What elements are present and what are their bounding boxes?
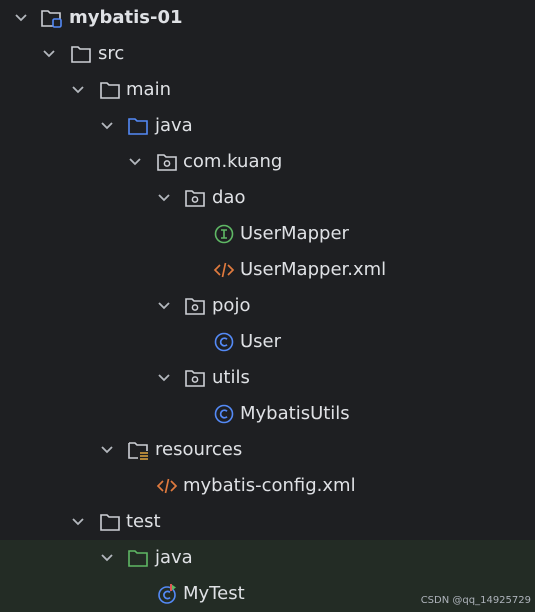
watermark: CSDN @qq_14925729 <box>420 595 531 606</box>
source-folder-icon <box>128 118 148 135</box>
chevron-down-icon[interactable] <box>157 299 171 313</box>
tree-row-user[interactable]: User <box>0 324 535 360</box>
file-label: UserMapper.xml <box>240 259 387 280</box>
folder-icon <box>100 82 120 99</box>
file-label: User <box>240 331 282 352</box>
file-label: mybatis-config.xml <box>183 475 356 496</box>
tree-row-test[interactable]: test <box>0 504 535 540</box>
resources-folder-icon <box>128 442 148 460</box>
tree-row-package[interactable]: com.kuang <box>0 144 535 180</box>
tree-row-utils[interactable]: utils <box>0 360 535 396</box>
chevron-down-icon[interactable] <box>14 11 28 25</box>
tree-row-user-mapper-xml[interactable]: UserMapper.xml <box>0 252 535 288</box>
file-label: MyTest <box>183 583 245 604</box>
file-label: UserMapper <box>240 223 349 244</box>
package-label: dao <box>212 187 246 208</box>
project-name: mybatis-01 <box>69 7 183 28</box>
folder-label: src <box>98 43 125 64</box>
folder-label: java <box>155 115 193 136</box>
package-icon <box>185 190 205 207</box>
chevron-down-icon[interactable] <box>100 443 114 457</box>
package-icon <box>185 298 205 315</box>
chevron-down-icon[interactable] <box>128 155 142 169</box>
folder-label: resources <box>155 439 243 460</box>
tree-row-main[interactable]: main <box>0 72 535 108</box>
chevron-down-icon[interactable] <box>71 515 85 529</box>
tree-row-src[interactable]: src <box>0 36 535 72</box>
module-folder-icon <box>41 10 62 28</box>
tree-row-resources[interactable]: resources <box>0 432 535 468</box>
folder-label: java <box>155 547 193 568</box>
folder-icon <box>100 514 120 531</box>
chevron-down-icon[interactable] <box>100 551 114 565</box>
class-icon <box>214 332 234 352</box>
tree-row-mybatis-config[interactable]: mybatis-config.xml <box>0 468 535 504</box>
tree-row-project[interactable]: mybatis-01 <box>0 0 535 36</box>
folder-icon <box>71 46 91 63</box>
xml-file-icon <box>156 478 178 494</box>
class-icon <box>214 404 234 424</box>
tree-row-main-java[interactable]: java <box>0 108 535 144</box>
folder-label: test <box>126 511 161 532</box>
chevron-down-icon[interactable] <box>157 191 171 205</box>
test-class-icon <box>158 584 176 604</box>
xml-file-icon <box>213 262 235 278</box>
test-folder-icon <box>128 550 148 567</box>
tree-row-test-java[interactable]: java <box>0 540 535 576</box>
interface-icon <box>214 224 234 244</box>
package-label: utils <box>212 367 250 388</box>
tree-row-dao[interactable]: dao <box>0 180 535 216</box>
package-icon <box>157 154 177 171</box>
package-label: com.kuang <box>183 151 283 172</box>
tree-row-my-test[interactable]: MyTest <box>0 576 535 612</box>
file-label: MybatisUtils <box>240 403 350 424</box>
package-label: pojo <box>212 295 251 316</box>
tree-row-mybatis-utils[interactable]: MybatisUtils <box>0 396 535 432</box>
chevron-down-icon[interactable] <box>157 371 171 385</box>
tree-row-user-mapper[interactable]: UserMapper <box>0 216 535 252</box>
chevron-down-icon[interactable] <box>42 47 56 61</box>
package-icon <box>185 370 205 387</box>
tree-row-pojo[interactable]: pojo <box>0 288 535 324</box>
chevron-down-icon[interactable] <box>100 119 114 133</box>
folder-label: main <box>126 79 171 100</box>
chevron-down-icon[interactable] <box>71 83 85 97</box>
